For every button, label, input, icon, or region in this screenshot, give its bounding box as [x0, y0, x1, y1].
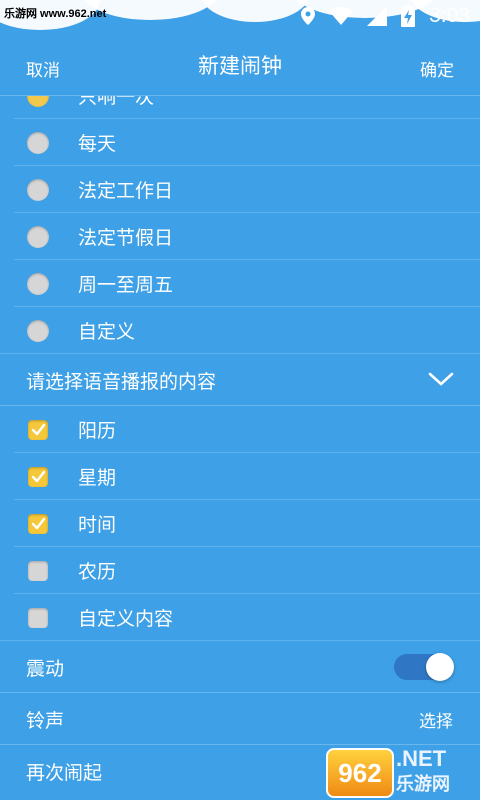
ringtone-row[interactable]: 铃声 选择 [0, 693, 480, 745]
broadcast-item[interactable]: 时间 [0, 500, 480, 547]
confirm-button[interactable]: 确定 [420, 56, 454, 81]
watermark-cn: 乐游网 [396, 774, 450, 795]
checkbox[interactable] [28, 513, 48, 534]
broadcast-item-label: 农历 [78, 561, 117, 583]
snooze-label: 再次闹起 [26, 761, 103, 784]
repeat-option[interactable]: 自定义 [0, 307, 480, 354]
wifi-icon [329, 7, 354, 25]
broadcast-section-header[interactable]: 请选择语音播报的内容 [0, 354, 480, 406]
vibrate-toggle[interactable] [394, 653, 454, 681]
checkbox[interactable] [28, 607, 48, 628]
checkbox[interactable] [28, 466, 48, 487]
broadcast-item[interactable]: 星期 [0, 453, 480, 500]
checkbox[interactable] [28, 560, 48, 581]
repeat-option[interactable]: 只响一次 [0, 96, 480, 119]
toggle-knob [426, 653, 454, 681]
watermark-text: 乐游网 www.962.net [4, 8, 107, 20]
radio-button[interactable] [27, 225, 49, 248]
repeat-option[interactable]: 法定工作日 [0, 166, 480, 213]
broadcast-item[interactable]: 阳历 [0, 406, 480, 453]
chevron-down-icon[interactable] [428, 369, 454, 389]
radio-button[interactable] [27, 272, 49, 295]
broadcast-item[interactable]: 农历 [0, 547, 480, 594]
broadcast-item-label: 星期 [78, 467, 117, 489]
page-title: 新建闹钟 [198, 54, 282, 78]
vibrate-label: 震动 [26, 657, 65, 680]
broadcast-item-label: 时间 [78, 514, 117, 536]
broadcast-item-label: 阳历 [78, 420, 117, 442]
clock-time: 3:03 [429, 4, 470, 27]
signal-icon [367, 6, 388, 26]
checkmark-icon [31, 470, 45, 483]
broadcast-section-title: 请选择语音播报的内容 [26, 370, 217, 393]
repeat-option-label: 法定工作日 [78, 180, 174, 202]
settings-list[interactable]: 只响一次 每天 法定工作日 法定节假日 周一至周五 自定义 请选择语音播报的内容… [0, 96, 480, 800]
radio-button[interactable] [27, 96, 49, 107]
radio-button[interactable] [27, 131, 49, 154]
battery-icon [401, 5, 416, 27]
checkmark-icon [31, 517, 45, 530]
cancel-button[interactable]: 取消 [26, 56, 60, 81]
repeat-option-label: 法定节假日 [78, 227, 174, 249]
radio-button[interactable] [27, 178, 49, 201]
broadcast-item-label: 自定义内容 [78, 608, 174, 630]
repeat-option-label: 只响一次 [78, 96, 155, 108]
location-icon [301, 7, 316, 25]
status-icons: 3:03 [301, 4, 470, 28]
radio-button[interactable] [27, 319, 49, 342]
app-header: 取消 新建闹钟 确定 [0, 40, 480, 96]
watermark-logo: 962 .NET 乐游网 [326, 746, 476, 798]
repeat-option-label: 每天 [78, 133, 117, 155]
repeat-option-label: 周一至周五 [78, 274, 174, 296]
broadcast-item[interactable]: 自定义内容 [0, 594, 480, 641]
watermark-net: .NET [396, 746, 447, 771]
repeat-option[interactable]: 周一至周五 [0, 260, 480, 307]
repeat-option[interactable]: 每天 [0, 119, 480, 166]
ringtone-select-button[interactable]: 选择 [419, 707, 453, 732]
repeat-option-label: 自定义 [78, 321, 136, 343]
checkmark-icon [31, 423, 45, 436]
ringtone-label: 铃声 [26, 709, 65, 732]
repeat-option[interactable]: 法定节假日 [0, 213, 480, 260]
checkbox[interactable] [28, 419, 48, 440]
watermark-badge: 962 [326, 748, 394, 798]
vibrate-row[interactable]: 震动 [0, 641, 480, 693]
status-bar: 乐游网 www.962.net 3:03 [0, 0, 480, 32]
